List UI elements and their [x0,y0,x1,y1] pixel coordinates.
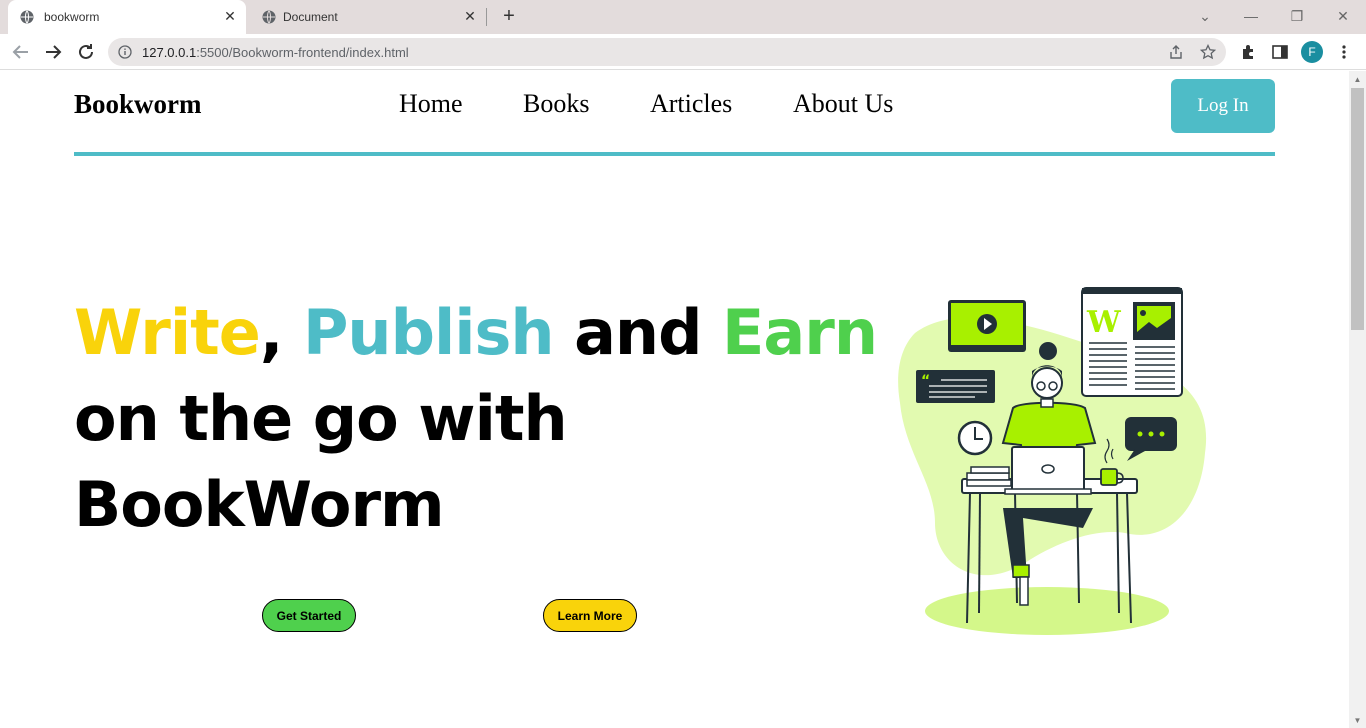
close-tab-icon[interactable]: ✕ [462,8,478,24]
nav-home[interactable]: Home [399,89,463,119]
reload-icon[interactable] [75,41,97,63]
nav-books[interactable]: Books [523,89,589,119]
nav-divider [74,152,1275,156]
browser-tabstrip: bookworm ✕ Document ✕ + ⌄ — ❐ ✕ [0,0,1366,34]
hero-line-3: BookWorm [74,468,445,541]
floor-shadow-ellipse [925,587,1169,635]
tab-title: bookworm [44,10,100,24]
video-card-icon [948,300,1026,352]
url-path: :5500/Bookworm-frontend/index.html [196,45,409,60]
url-text: 127.0.0.1:5500/Bookworm-frontend/index.h… [142,45,409,60]
minimize-icon[interactable]: — [1240,6,1262,26]
globe-icon [20,10,34,24]
scrollbar-thumb[interactable] [1351,88,1364,330]
hero-heading: Write, Publish and Earn on the go with B… [74,290,878,548]
svg-text:W: W [1086,305,1122,340]
forward-icon[interactable] [42,41,64,63]
tab-bookworm[interactable]: bookworm ✕ [8,0,246,34]
nav-articles[interactable]: Articles [650,89,732,119]
learn-more-button[interactable]: Learn More [543,599,637,632]
book-stack-icon [966,466,1012,487]
close-tab-icon[interactable]: ✕ [222,8,238,24]
tab-title: Document [283,10,338,24]
tab-divider [486,8,487,26]
article-card-icon: W [1081,287,1183,397]
extensions-icon[interactable] [1239,43,1257,61]
login-button[interactable]: Log In [1171,79,1275,133]
info-icon[interactable] [118,45,132,59]
profile-avatar[interactable]: F [1301,41,1323,63]
window-close-icon[interactable]: ✕ [1332,6,1354,26]
get-started-button[interactable]: Get Started [262,599,356,632]
quote-card-icon: “ [916,370,995,403]
hero-word-write: Write [74,296,261,369]
nav-about-us[interactable]: About Us [793,89,893,119]
browser-toolbar: 127.0.0.1:5500/Bookworm-frontend/index.h… [0,34,1366,70]
svg-text:“: “ [921,373,930,389]
brand-logo[interactable]: Bookworm [74,89,202,120]
url-host: 127.0.0.1 [142,45,197,60]
new-tab-icon[interactable]: + [500,6,518,26]
bookmark-star-icon[interactable] [1200,44,1216,60]
globe-icon [262,10,276,24]
restore-icon[interactable]: ❐ [1286,6,1308,26]
menu-kebab-icon[interactable] [1335,43,1353,61]
hero-line-1: Write, Publish and Earn [74,290,878,376]
clock-icon [957,420,993,456]
tab-search-icon[interactable]: ⌄ [1194,6,1216,26]
share-icon[interactable] [1168,44,1184,60]
scroll-up-arrow-icon[interactable]: ▲ [1352,74,1363,85]
scroll-down-arrow-icon[interactable]: ▼ [1352,715,1363,726]
back-icon[interactable] [10,41,32,63]
tab-document[interactable]: Document ✕ [250,0,486,34]
hero-illustration: W “ [898,287,1207,635]
hero-word-earn: Earn [722,296,878,369]
hero-line-2: on the go with [74,382,568,455]
side-panel-icon[interactable] [1271,43,1289,61]
hero-comma: , [259,296,284,369]
address-bar[interactable]: 127.0.0.1:5500/Bookworm-frontend/index.h… [108,38,1226,66]
page-content: Bookworm Home Books Articles About Us Lo… [0,71,1349,728]
hero-word-and: and [574,296,702,369]
laptop-icon [1004,446,1092,495]
hero-word-publish: Publish [302,296,555,369]
